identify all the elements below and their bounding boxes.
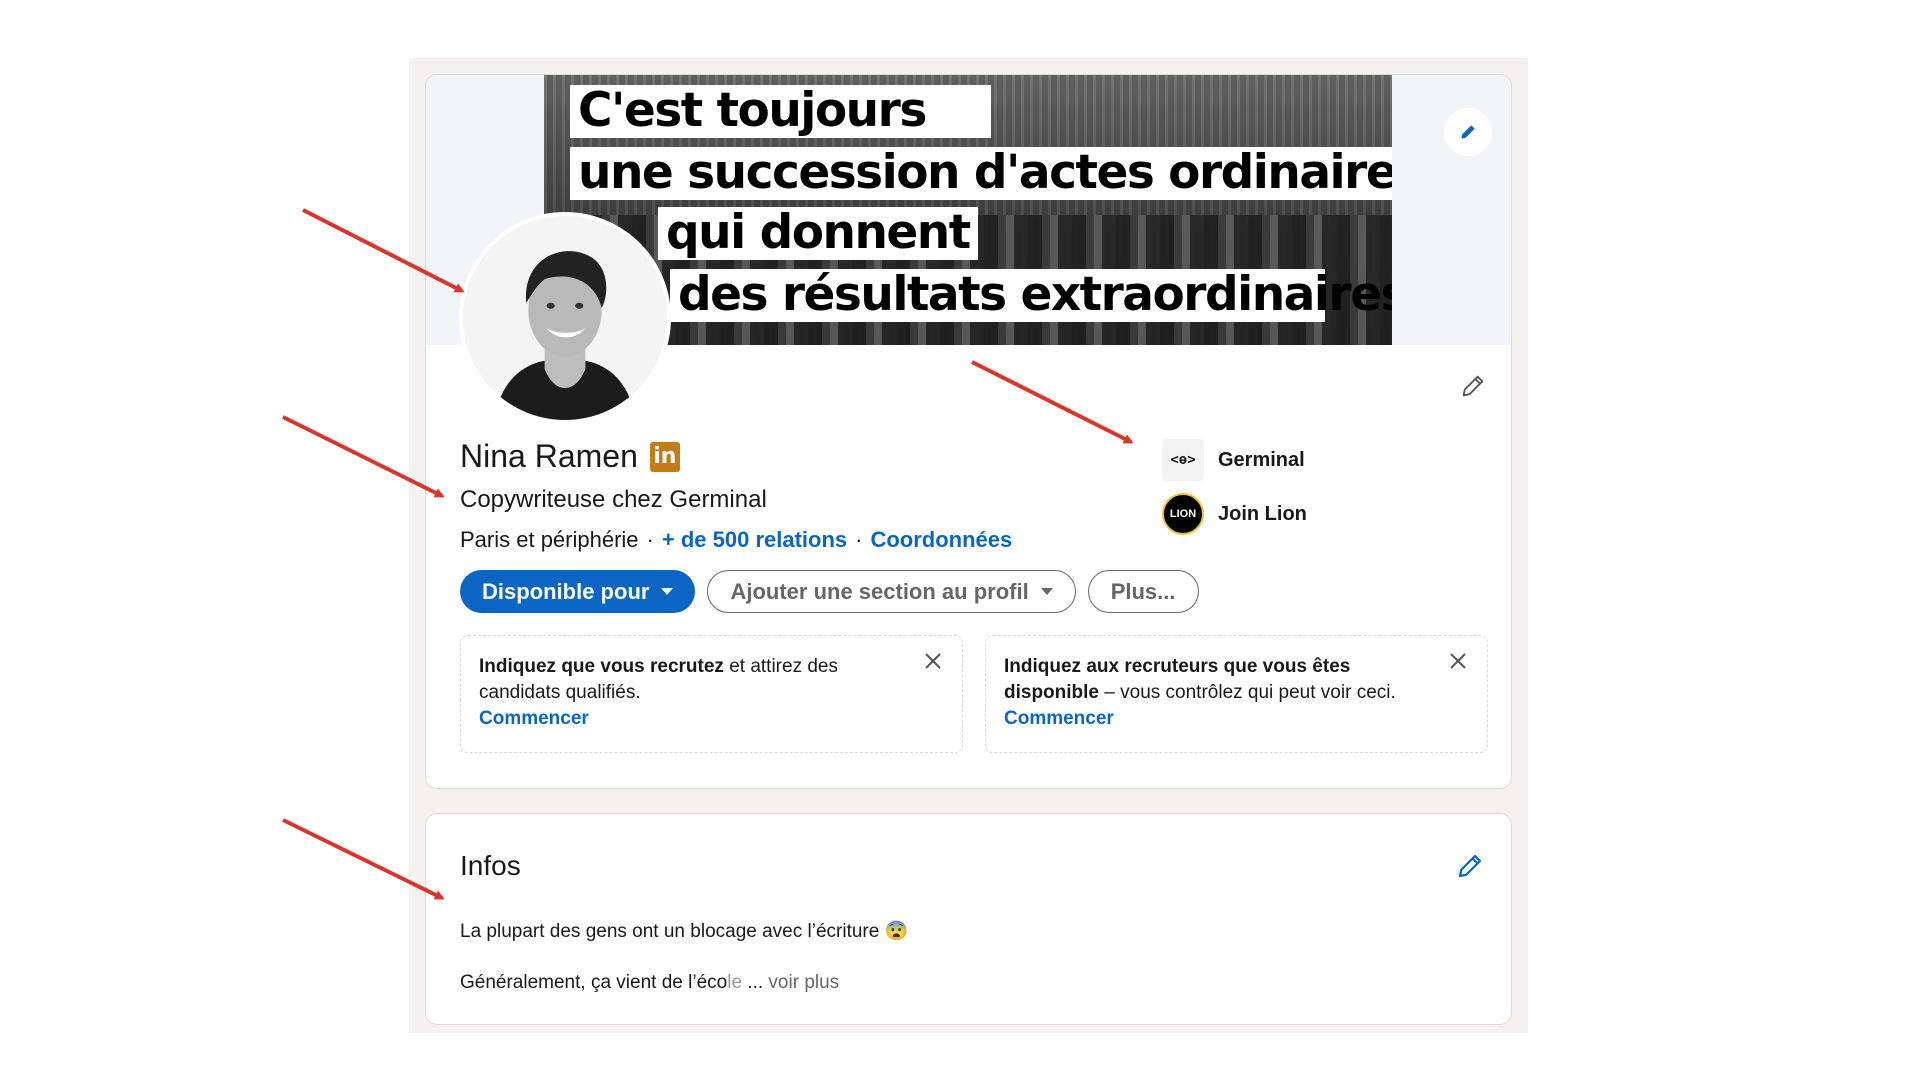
lion-logo-icon: LION <box>1162 493 1204 535</box>
profile-name: Nina Ramen <box>460 438 638 474</box>
dismiss-button[interactable] <box>1443 646 1473 676</box>
banner-image[interactable]: C'est toujours une succession d'actes or… <box>544 75 1392 345</box>
infos-title: Infos <box>460 850 521 881</box>
infos-card: Infos La plupart des gens ont un blocage… <box>425 813 1512 1025</box>
add-section-button[interactable]: Ajouter une section au profil <box>707 570 1076 613</box>
banner-quote-line: une succession d'actes ordinaires <box>570 147 1392 200</box>
experience-name: Germinal <box>1218 448 1305 471</box>
avatar[interactable] <box>459 212 671 424</box>
banner-quote-line: qui donnent <box>658 207 978 260</box>
infos-text-line: Généralement, ça vient de l’école ... vo… <box>460 972 839 994</box>
profile-actions: Disponible pour Ajouter une section au p… <box>460 570 1199 613</box>
caret-down-icon <box>661 588 674 595</box>
start-open-to-work-link[interactable]: Commencer <box>1004 706 1427 732</box>
name-row: Nina Ramen in <box>460 438 680 475</box>
close-icon <box>1450 653 1466 669</box>
more-label: Plus... <box>1110 578 1176 604</box>
edit-intro-button[interactable] <box>1453 366 1493 406</box>
close-icon <box>925 653 941 669</box>
profile-top-card: C'est toujours une succession d'actes or… <box>425 74 1512 789</box>
more-button[interactable]: Plus... <box>1087 570 1199 613</box>
infos-text: Généralement, ça vient de l’éco <box>460 972 728 993</box>
infos-text-faded: le <box>727 972 743 993</box>
edit-infos-button[interactable] <box>1448 844 1492 888</box>
banner-quote-line: C'est toujours <box>570 85 991 138</box>
profile-meta: Paris et périphérie · + de 500 relations · C… <box>460 527 1012 553</box>
start-hiring-link[interactable]: Commencer <box>479 706 902 732</box>
pencil-icon <box>1458 854 1482 878</box>
ellipsis: ... <box>742 972 764 993</box>
pencil-icon <box>1462 375 1484 397</box>
experience-name: Join Lion <box>1218 502 1307 525</box>
experience-item-join-lion[interactable]: LION Join Lion <box>1162 493 1307 535</box>
pencil-icon <box>1461 125 1475 139</box>
caret-down-icon <box>1040 588 1053 595</box>
linkedin-premium-badge[interactable]: in <box>649 441 680 472</box>
profile-photo <box>463 216 667 420</box>
experience-list: <ɵ> Germinal LION Join Lion <box>1162 439 1307 547</box>
infos-text-line: La plupart des gens ont un blocage avec … <box>460 921 909 942</box>
promo-text: – vous contrôlez qui peut voir ceci. <box>1099 682 1396 703</box>
open-to-button[interactable]: Disponible pour <box>460 570 696 613</box>
add-section-label: Ajouter une section au profil <box>730 578 1029 604</box>
connections-link[interactable]: + de 500 relations <box>662 527 847 552</box>
profile-location: Paris et périphérie <box>460 527 639 552</box>
experience-item-germinal[interactable]: <ɵ> Germinal <box>1162 439 1307 481</box>
promo-bold-text: Indiquez que vous recrutez <box>479 656 724 677</box>
see-more-link[interactable]: voir plus <box>763 972 839 993</box>
profile-frame: C'est toujours une succession d'actes or… <box>409 58 1528 1033</box>
edit-banner-button[interactable] <box>1444 108 1492 156</box>
contact-info-link[interactable]: Coordonnées <box>870 527 1012 552</box>
separator: · <box>855 527 863 552</box>
open-to-work-promo-card: Indiquez aux recruteurs que vous êtes di… <box>985 635 1488 753</box>
germinal-logo-icon: <ɵ> <box>1162 439 1204 481</box>
hiring-promo-card: Indiquez que vous recrutez et attirez de… <box>460 635 963 753</box>
separator: · <box>646 527 654 552</box>
profile-headline: Copywriteuse chez Germinal <box>460 486 767 513</box>
dismiss-button[interactable] <box>918 646 948 676</box>
banner-quote-line: des résultats extraordinaires. <box>670 269 1392 322</box>
open-to-label: Disponible pour <box>482 578 650 604</box>
